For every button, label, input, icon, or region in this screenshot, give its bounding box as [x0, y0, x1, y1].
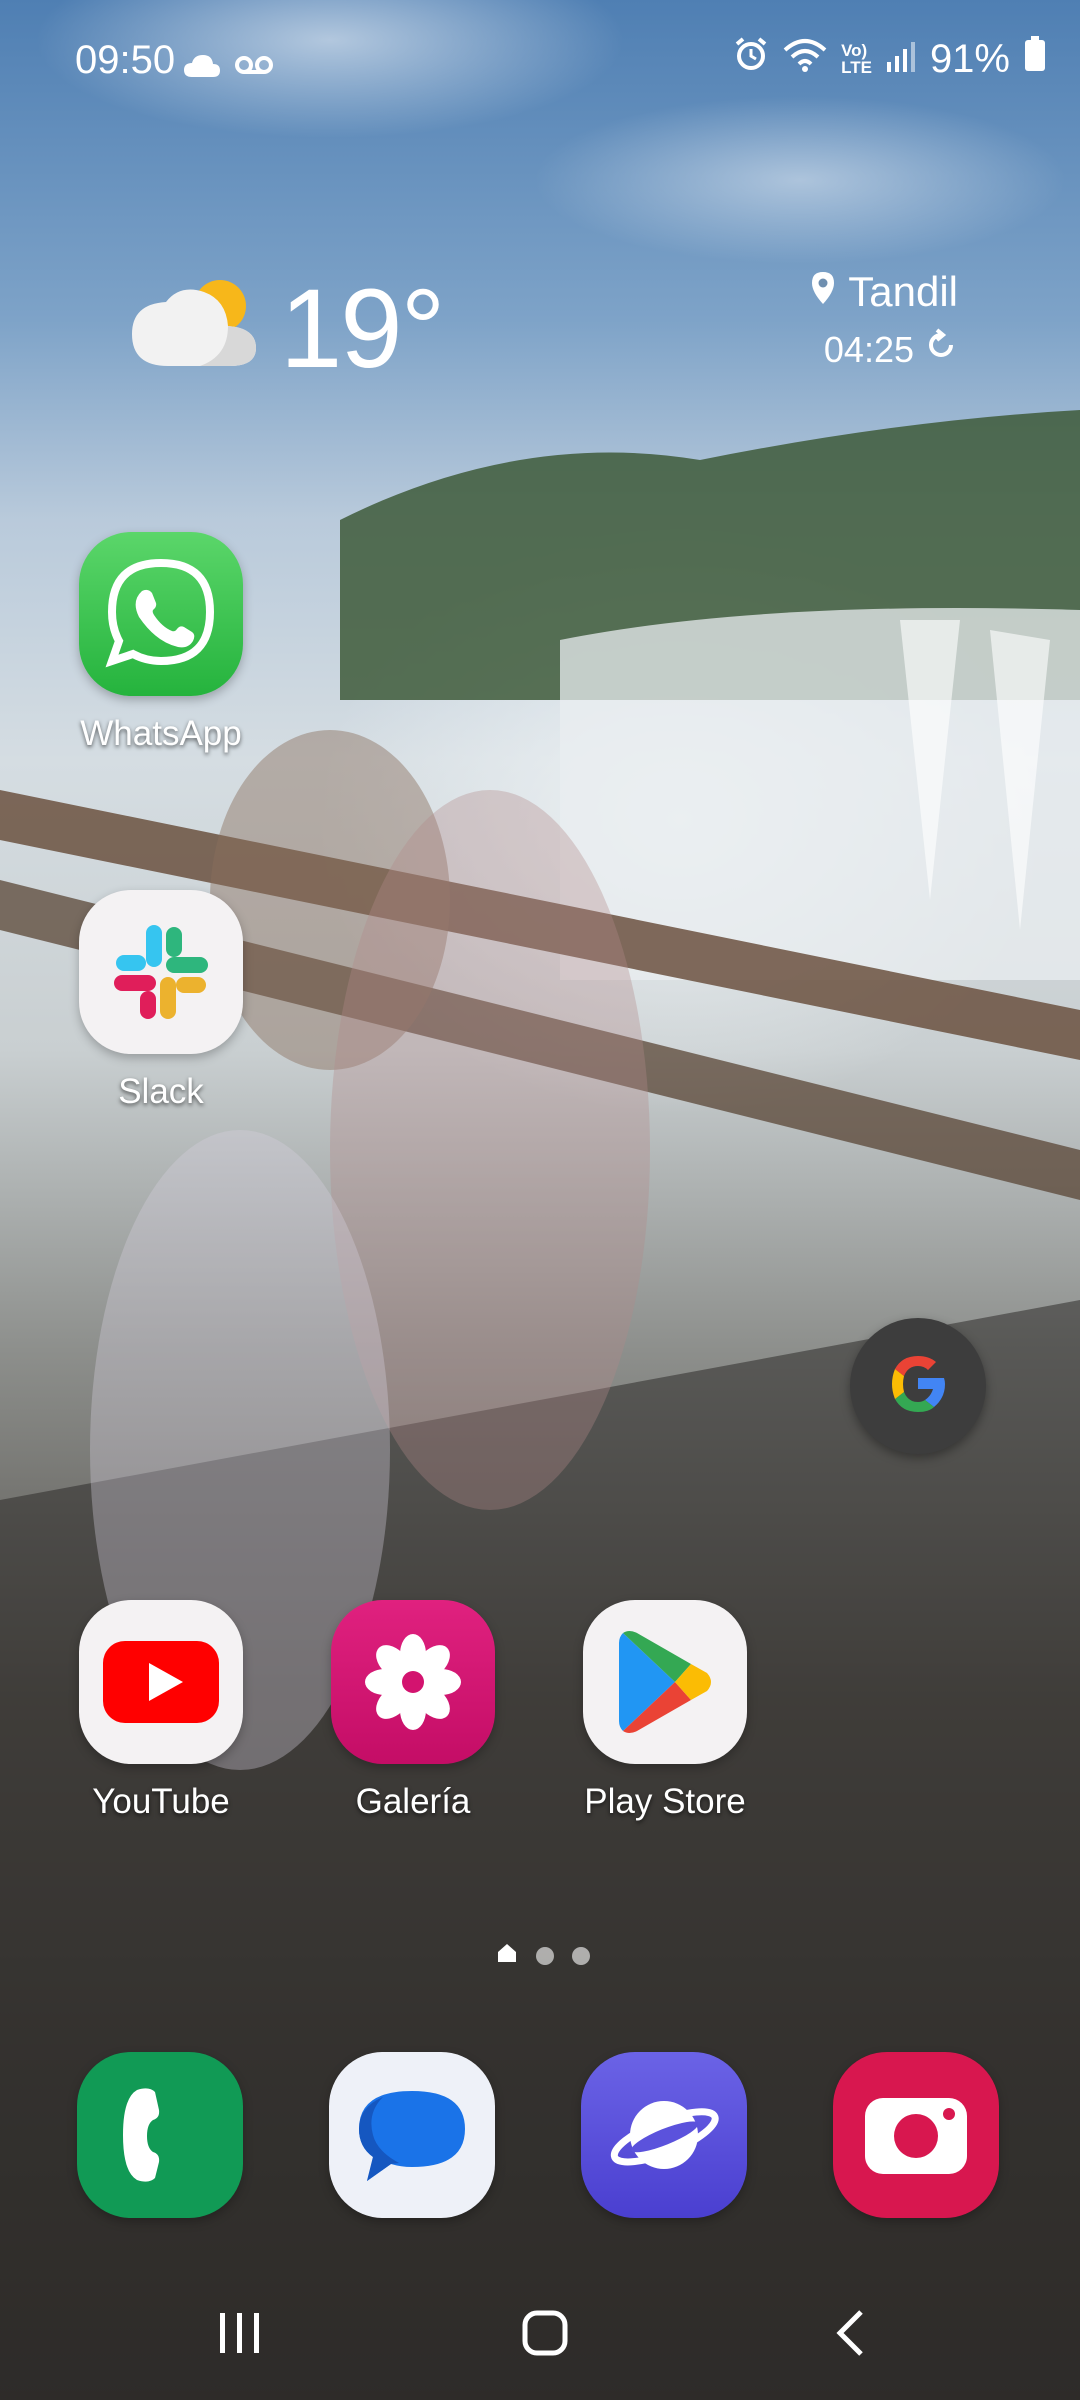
app-whatsapp[interactable]: WhatsApp: [61, 532, 261, 754]
camera-icon: [833, 2052, 999, 2218]
app-label: Slack: [118, 1072, 204, 1111]
recents-button[interactable]: [160, 2270, 320, 2400]
page-dot: [572, 1946, 590, 1965]
dock-internet[interactable]: [564, 2052, 764, 2218]
weather-widget[interactable]: 19° Tandil 04:25: [0, 260, 1080, 391]
signal-icon: [886, 37, 916, 82]
app-label: Play Store: [584, 1782, 746, 1821]
navigation-bar: [0, 2270, 1080, 2400]
voicemail-icon: [234, 44, 274, 89]
battery-percentage: 91%: [929, 36, 1010, 81]
weather-updated: 04:25: [824, 328, 958, 371]
wifi-icon: [783, 37, 827, 82]
dock-camera[interactable]: [816, 2052, 1016, 2218]
whatsapp-icon: [79, 532, 243, 696]
status-bar: 09:50 Vo) LTE 91%: [0, 0, 1080, 120]
home-button[interactable]: [465, 2270, 625, 2400]
app-galeria[interactable]: Galería: [313, 1600, 513, 1822]
home-screen: 09:50 Vo) LTE 91% 19° Tandil 04:25 Whats…: [0, 0, 1080, 2400]
app-youtube[interactable]: YouTube: [61, 1600, 261, 1822]
page-indicator[interactable]: [496, 1942, 590, 1969]
app-label: WhatsApp: [80, 714, 242, 753]
partly-cloudy-icon: [130, 274, 262, 375]
gallery-icon: [331, 1600, 495, 1764]
internet-icon: [581, 2052, 747, 2218]
updated-time: 04:25: [823, 328, 914, 370]
back-icon: [835, 2309, 865, 2362]
alarm-icon: [733, 36, 769, 82]
home-page-icon: [496, 1942, 518, 1969]
play-store-icon: [583, 1600, 747, 1764]
refresh-icon[interactable]: [924, 328, 958, 371]
battery-icon: [1024, 36, 1046, 82]
back-button[interactable]: [770, 2270, 930, 2400]
messages-icon: [329, 2052, 495, 2218]
temperature: 19°: [280, 266, 445, 391]
app-label: Galería: [355, 1782, 471, 1821]
app-label: YouTube: [92, 1782, 230, 1821]
network-type: Vo) LTE: [841, 41, 872, 77]
page-dot: [536, 1946, 554, 1965]
slack-icon: [79, 890, 243, 1054]
app-play-store[interactable]: Play Store: [565, 1600, 765, 1822]
phone-icon: [77, 2052, 243, 2218]
dock-messages[interactable]: [312, 2052, 512, 2218]
weather-location: Tandil: [810, 268, 958, 316]
dock-phone[interactable]: [60, 2052, 260, 2218]
google-icon: [883, 1349, 953, 1424]
status-time: 09:50: [75, 38, 176, 82]
cloud-icon: [182, 44, 222, 89]
youtube-icon: [79, 1600, 243, 1764]
location-name: Tandil: [848, 268, 958, 315]
app-slack[interactable]: Slack: [61, 890, 261, 1112]
google-search-button[interactable]: [850, 1318, 986, 1454]
home-icon: [522, 2310, 568, 2361]
location-pin-icon: [810, 268, 836, 316]
recents-icon: [218, 2311, 262, 2360]
